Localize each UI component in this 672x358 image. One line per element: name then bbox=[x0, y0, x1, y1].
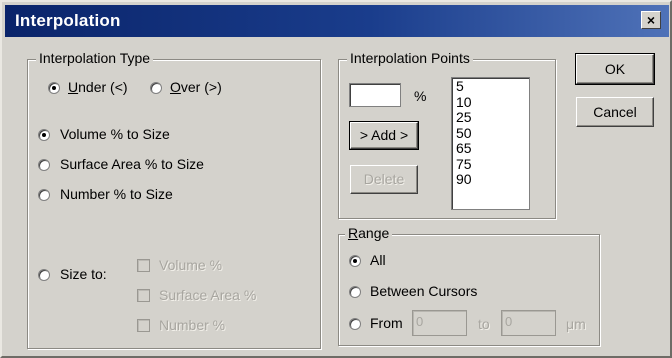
add-button-label: > Add > bbox=[359, 127, 409, 143]
size-to-radio[interactable] bbox=[38, 269, 50, 281]
surface-area-to-size-label[interactable]: Surface Area % to Size bbox=[60, 156, 204, 172]
number-to-size-radio[interactable] bbox=[38, 189, 50, 201]
volume-checkbox-label[interactable]: Volume % bbox=[159, 257, 222, 273]
title-bar[interactable]: Interpolation × bbox=[5, 5, 669, 37]
ok-button-label: OK bbox=[604, 61, 626, 77]
list-item[interactable]: 75 bbox=[456, 156, 525, 173]
interpolation-dialog: Interpolation × Interpolation Type Under… bbox=[0, 0, 672, 358]
volume-to-size-label[interactable]: Volume % to Size bbox=[60, 126, 170, 142]
number-checkbox-label[interactable]: Number % bbox=[159, 317, 225, 333]
size-to-label[interactable]: Size to: bbox=[60, 266, 107, 282]
volume-to-size-radio[interactable] bbox=[38, 129, 50, 141]
delete-button-label: Delete bbox=[363, 171, 405, 187]
list-item[interactable]: 5 bbox=[456, 78, 525, 95]
range-all-label[interactable]: All bbox=[370, 252, 386, 268]
cancel-button[interactable]: Cancel bbox=[576, 97, 654, 127]
interpolation-points-list[interactable]: 5 10 25 50 65 75 90 bbox=[451, 77, 530, 210]
window-title: Interpolation bbox=[15, 11, 121, 30]
add-button[interactable]: > Add > bbox=[349, 121, 419, 150]
range-from-field[interactable]: 0 bbox=[412, 310, 467, 336]
ok-button[interactable]: OK bbox=[575, 53, 655, 85]
list-item[interactable]: 90 bbox=[456, 171, 525, 188]
range-to-field[interactable]: 0 bbox=[501, 310, 556, 336]
range-from-label[interactable]: From bbox=[370, 315, 403, 331]
cancel-button-label: Cancel bbox=[593, 104, 637, 120]
range-legend: Range bbox=[345, 225, 393, 241]
percent-unit-label: % bbox=[414, 88, 427, 104]
list-item[interactable]: 10 bbox=[456, 94, 525, 111]
under-label-rest: nder (<) bbox=[78, 79, 128, 95]
range-from-radio[interactable] bbox=[349, 318, 361, 330]
delete-button[interactable]: Delete bbox=[350, 165, 418, 194]
under-label[interactable]: Under (<) bbox=[68, 79, 128, 95]
over-label-rest: ver (>) bbox=[180, 79, 222, 95]
range-legend-rest: ange bbox=[358, 225, 390, 241]
number-checkbox[interactable] bbox=[137, 319, 150, 332]
surface-area-checkbox[interactable] bbox=[137, 289, 150, 302]
surface-area-to-size-radio[interactable] bbox=[38, 159, 50, 171]
range-to-label: to bbox=[478, 316, 490, 332]
number-to-size-label[interactable]: Number % to Size bbox=[60, 186, 173, 202]
list-item[interactable]: 65 bbox=[456, 140, 525, 157]
range-unit-label: μm bbox=[566, 316, 586, 332]
over-label[interactable]: Over (>) bbox=[170, 79, 222, 95]
range-between-radio[interactable] bbox=[349, 286, 361, 298]
interpolation-point-input[interactable] bbox=[349, 83, 401, 107]
list-item[interactable]: 25 bbox=[456, 109, 525, 126]
interpolation-points-legend: Interpolation Points bbox=[347, 50, 473, 66]
range-all-radio[interactable] bbox=[349, 255, 361, 267]
range-between-label[interactable]: Between Cursors bbox=[370, 283, 477, 299]
over-radio[interactable] bbox=[150, 82, 162, 94]
list-item[interactable]: 50 bbox=[456, 125, 525, 142]
surface-area-checkbox-label[interactable]: Surface Area % bbox=[159, 287, 256, 303]
close-icon: × bbox=[646, 12, 656, 28]
volume-checkbox[interactable] bbox=[137, 259, 150, 272]
interpolation-type-legend: Interpolation Type bbox=[36, 50, 154, 66]
under-radio[interactable] bbox=[48, 82, 60, 94]
interpolation-type-group: Interpolation Type bbox=[27, 50, 321, 349]
close-button[interactable]: × bbox=[641, 11, 661, 29]
